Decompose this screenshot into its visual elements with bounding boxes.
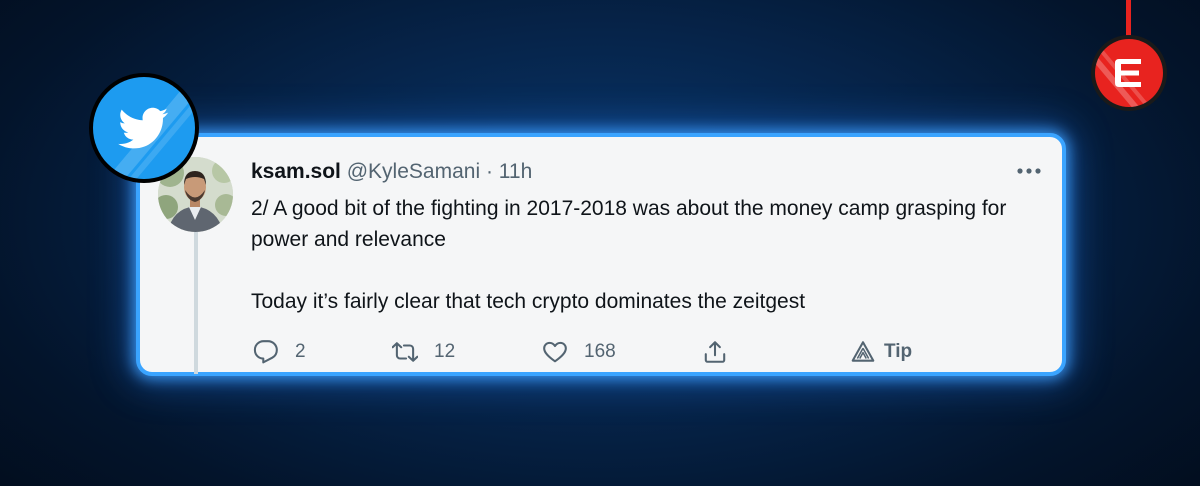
like-count: 168 [584,341,616,362]
reply-count: 2 [295,341,306,362]
brand-badge [1091,35,1167,111]
thread-line [194,232,198,374]
reply-button[interactable]: 2 [253,338,306,366]
separator-dot: · [485,160,493,183]
share-icon [704,341,726,363]
tip-label: Tip [884,341,913,362]
like-button[interactable]: 168 [542,338,616,366]
tweet-text: 2/ A good bit of the fighting in 2017-20… [251,193,1031,317]
twitter-badge [89,73,199,183]
retweet-button[interactable]: 12 [392,338,455,366]
share-button[interactable] [702,338,728,366]
tip-icon [851,341,875,362]
timestamp[interactable]: 11h [499,160,532,183]
retweet-count: 12 [434,341,456,362]
e-logo-icon [1115,59,1141,87]
more-horizontal-icon[interactable] [1016,161,1042,181]
retweet-icon [392,342,418,362]
heart-icon [543,341,567,363]
display-name[interactable]: ksam.sol [251,160,341,183]
tip-button[interactable]: Tip [850,338,912,366]
tweet-header: ksam.sol @KyleSamani · 11h [251,158,532,186]
tweet-line-2: Today it’s fairly clear that tech crypto… [251,290,806,313]
brand-hanger-line [1126,0,1131,40]
tweet-line-1: 2/ A good bit of the fighting in 2017-20… [251,197,1007,251]
twitter-bird-icon [118,107,169,149]
reply-icon [253,340,278,364]
user-handle[interactable]: @KyleSamani [347,160,480,183]
